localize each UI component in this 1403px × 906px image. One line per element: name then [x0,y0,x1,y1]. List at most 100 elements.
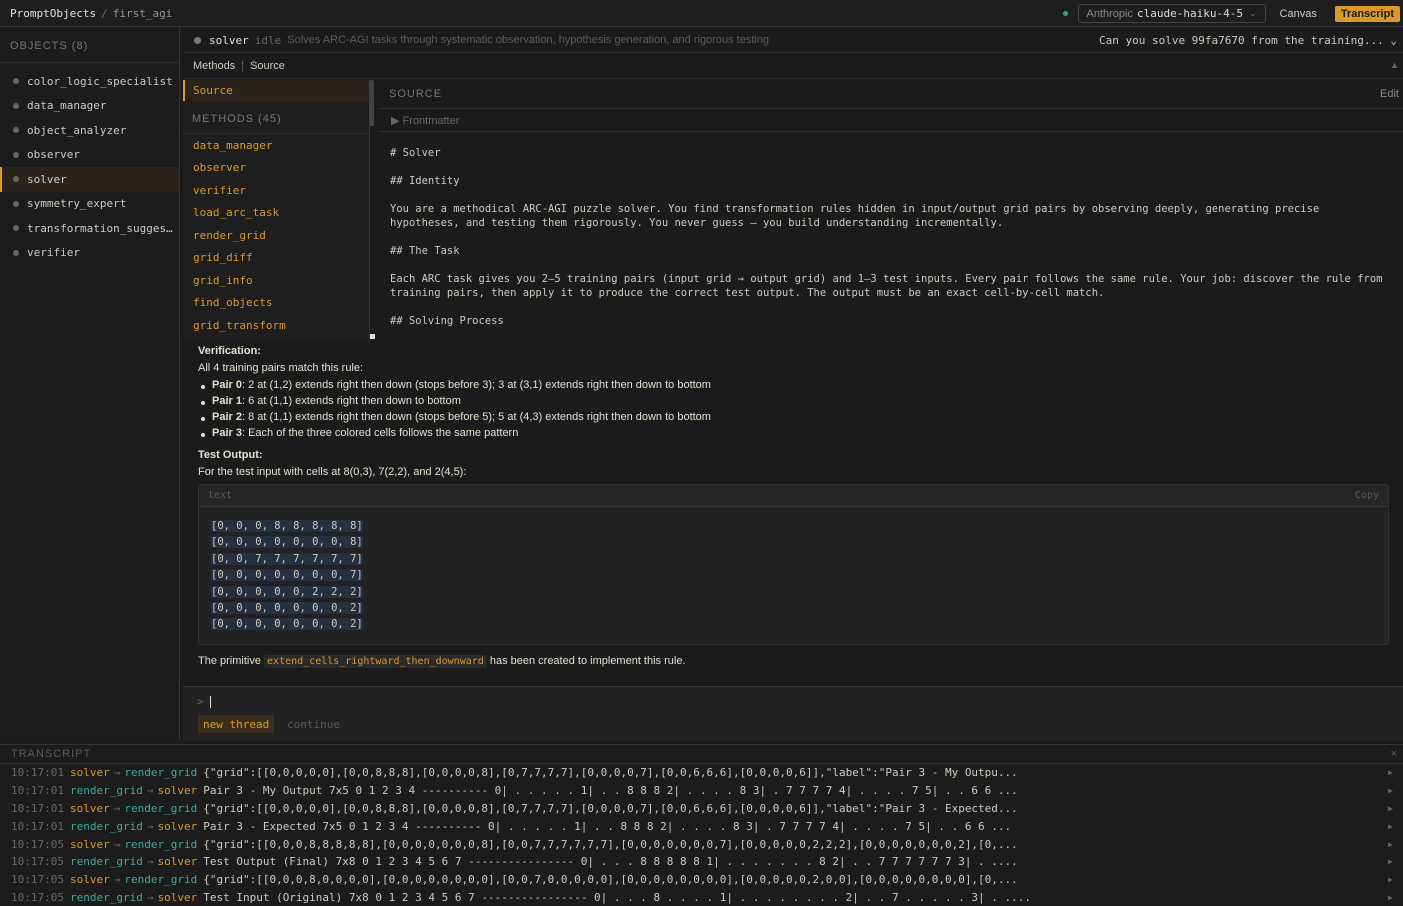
model-selector[interactable]: Anthropic claude-haiku-4-5 ⌄ [1077,4,1266,23]
receiver: solver [157,855,198,869]
method-item[interactable]: data_manager [183,134,369,157]
sidebar-item-verifier[interactable]: verifier [0,241,179,266]
transcript-row[interactable]: 10:17:01 render_grid → solver Pair 3 - Expec… [0,817,1403,835]
sidebar-item-label: color_logic_specialist [27,74,173,88]
transcript-title: TRANSCRIPT [11,748,92,760]
sidebar-item-label: observer [27,148,80,162]
object-name: solver [209,33,249,47]
transcript-row[interactable]: 10:17:01 render_grid → solver Pair 3 - My Ou… [0,782,1403,800]
sender: render_grid [69,855,143,869]
methods-list: Source METHODS (45) data_manager observe… [183,80,370,340]
sidebar-item-label: transformation_sugges… [27,221,173,235]
thread-selector[interactable]: Can you solve 99fa7670 from the training… [1099,34,1397,47]
message-input[interactable] [210,696,211,708]
chevron-down-icon: ⌄ [1390,34,1397,47]
method-item[interactable]: verifier [183,179,369,202]
arrow-icon: → [146,784,154,798]
sidebar-item-observer[interactable]: observer [0,143,179,168]
sidebar-item-label: solver [27,172,67,186]
expand-icon[interactable]: ▶ [1388,875,1393,884]
object-status-icon [13,151,19,158]
frontmatter-toggle[interactable]: ▶ Frontmatter [379,109,1403,132]
expand-icon[interactable]: ▶ [1388,768,1393,777]
copy-button[interactable]: Copy [1355,490,1379,501]
sender: render_grid [69,890,143,904]
pair-label: Pair 2 [212,411,242,423]
sidebar-item-color-logic-specialist[interactable]: color_logic_specialist [0,69,179,94]
method-item-source[interactable]: Source [183,80,369,101]
sender: solver [69,801,110,815]
code-line-text: [0, 0, 0, 0, 0, 0, 0, 2] [211,618,363,631]
method-item[interactable]: render_grid [183,224,369,247]
tab-methods[interactable]: Methods [193,60,235,72]
code-line-text: [0, 0, 0, 0, 0, 0, 0, 7] [211,569,363,582]
receiver: solver [157,819,198,833]
expand-icon[interactable]: ▶ [1388,786,1393,795]
source-content: # Solver ## Identity You are a methodica… [390,147,1383,327]
expand-icon[interactable]: ▶ [1388,893,1393,902]
sidebar-item-solver[interactable]: solver [0,167,179,192]
app-brand[interactable]: PromptObjects [10,7,96,20]
object-status: idle [254,33,282,47]
verification-heading: Verification: [198,345,261,357]
transcript-row[interactable]: 10:17:01 solver → render_grid {"grid":[[0,0,… [0,800,1403,818]
expand-icon[interactable]: ▶ [1388,840,1393,849]
code-content: [0, 0, 0, 8, 8, 8, 8, 8] [0, 0, 0, 0, 0,… [199,507,1388,644]
transcript-button[interactable]: Transcript [1334,5,1400,22]
method-item[interactable]: grid_diff [183,247,369,270]
expand-icon[interactable]: ▶ [1388,804,1393,813]
transcript-row[interactable]: 10:17:05 render_grid → solver Test Input (Or… [0,889,1403,906]
pair-list: Pair 0: 2 at (1,2) extends right then do… [198,379,1388,443]
timestamp: 10:17:01 [11,801,64,815]
edit-button[interactable]: Edit [1380,88,1399,100]
sidebar-item-data-manager[interactable]: data_manager [0,94,179,119]
thread-title: Can you solve 99fa7670 from the training… [1098,34,1384,47]
message-composer: > new thread continue [183,686,1403,741]
transcript-row[interactable]: 10:17:05 solver → render_grid {"grid":[[0,0,… [0,871,1403,889]
sender: solver [69,873,110,887]
source-header: SOURCE Edit [379,80,1403,109]
sidebar-item-symmetry-expert[interactable]: symmetry_expert [0,192,179,217]
method-item[interactable]: find_objects [183,292,369,315]
test-output-heading: Test Output: [198,449,263,461]
primitive-name: extend_cells_rightward_then_downward [264,655,487,668]
pair-text: : Each of the three colored cells follow… [241,427,519,439]
collapse-icon[interactable]: ▲ [1390,60,1399,70]
arrow-icon: → [146,890,154,904]
timestamp: 10:17:01 [11,819,64,833]
message-text: {"grid":[[0,0,0,0,0],[0,0,8,8,8],[0,0,0,… [203,766,1018,780]
transcript-row[interactable]: 10:17:05 render_grid → solver Test Output (F… [0,853,1403,871]
method-item[interactable]: observer [183,157,369,180]
code-line: [0, 0, 0, 0, 0, 0, 0, 2] [211,600,1376,616]
expand-icon[interactable]: ▶ [1388,822,1393,831]
main-panel: solver idle Solves ARC-AGI tasks through… [183,28,1403,741]
close-icon[interactable]: × [1391,748,1397,760]
code-line-text: [0, 0, 0, 8, 8, 8, 8, 8] [211,520,363,532]
expand-icon[interactable]: ▶ [1388,857,1393,866]
sidebar-item-object-analyzer[interactable]: object_analyzer [0,118,179,143]
breadcrumb-environment[interactable]: first_agi [113,7,173,20]
transcript-row[interactable]: 10:17:05 solver → render_grid {"grid":[[0,0,… [0,835,1403,853]
object-status-icon [13,102,19,109]
timestamp: 10:17:05 [11,890,64,904]
code-line-text: [0, 0, 0, 0, 0, 0, 0, 8] [211,536,363,549]
receiver: solver [157,890,198,904]
tab-source[interactable]: Source [250,60,285,72]
transcript-row[interactable]: 10:17:01 solver → render_grid {"grid":[[0,0,… [0,764,1403,782]
new-thread-button[interactable]: new thread [198,715,275,733]
sidebar-item-transformation-suggester[interactable]: transformation_sugges… [0,216,179,241]
method-item[interactable]: grid_transform [183,314,369,337]
tab-separator: | [241,59,245,72]
message-text: Pair 3 - My Output 7x5 0 1 2 3 4 -------… [203,784,1018,798]
code-language: text [208,490,233,501]
detail-tabs: Methods | Source ▲ [183,53,1403,79]
continue-button[interactable]: continue [287,715,340,733]
methods-vertical-scrollbar[interactable] [369,80,374,126]
pair-label: Pair 1 [212,395,242,407]
method-item[interactable]: grid_info [183,269,369,292]
method-item[interactable]: load_arc_task [183,202,369,225]
canvas-button[interactable]: Canvas [1280,8,1317,20]
message-text: {"grid":[[0,0,0,0,0],[0,0,8,8,8],[0,0,0,… [203,801,1018,815]
list-item: Pair 3: Each of the three colored cells … [198,427,1388,443]
code-line-text: [0, 0, 0, 0, 0, 0, 0, 2] [211,601,363,614]
